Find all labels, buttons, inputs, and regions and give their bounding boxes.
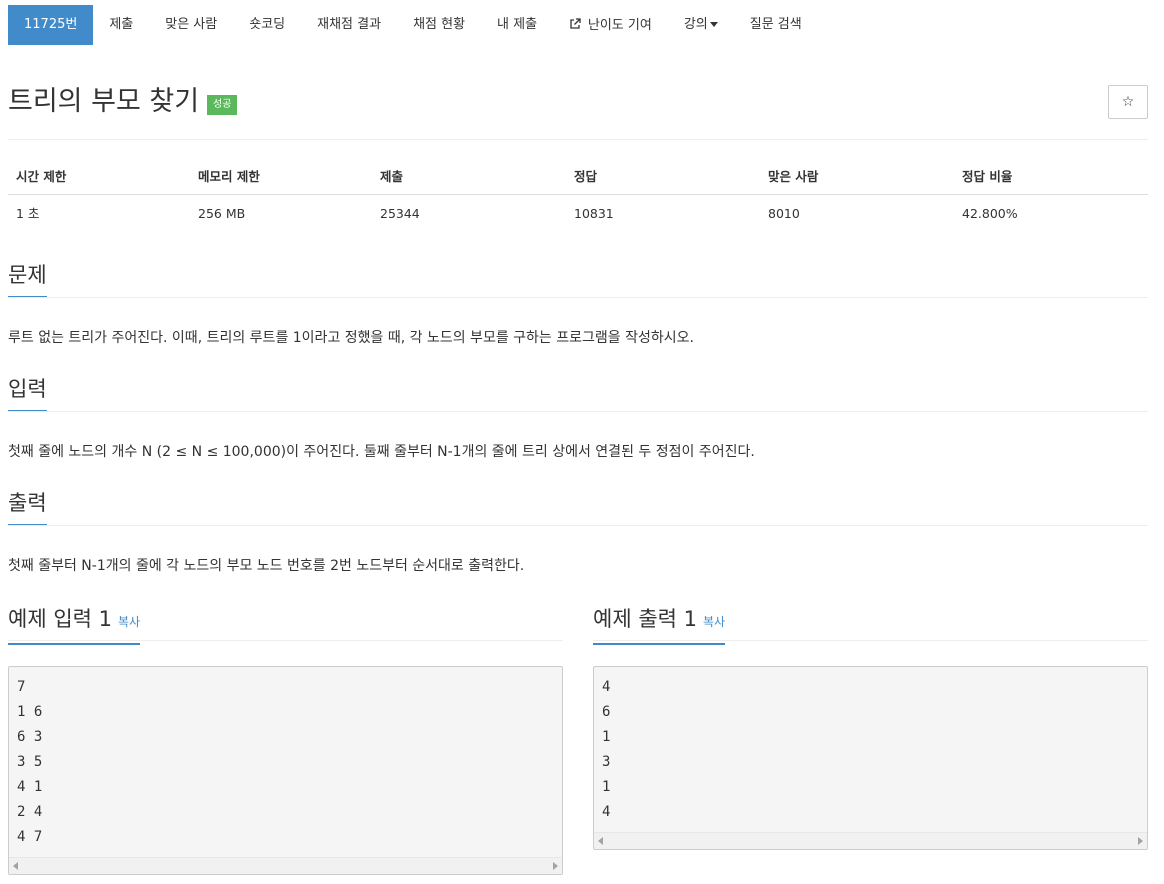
tab-difficulty-contribution[interactable]: 난이도 기여 [553,5,668,45]
value-solvers: 8010 [768,206,800,221]
sample-input-line: 7 [17,679,26,695]
sample-output-box[interactable]: 4 6 1 3 1 4 [593,666,1148,850]
header-submissions: 제출 [380,169,404,184]
tab-difficulty-label: 난이도 기여 [587,18,652,33]
header-accept-ratio: 정답 비율 [962,169,1013,184]
sample-output-label: 예제 출력 1 [593,607,697,631]
sample-output-line: 4 [602,679,611,695]
title-divider [8,139,1148,140]
sample-input-title: 예제 입력 1 복사 [8,604,141,645]
problem-heading: 문제 [8,260,47,298]
input-heading: 입력 [8,374,47,412]
table-header-row: 시간 제한 메모리 제한 제출 정답 맞은 사람 정답 비율 [8,160,1148,195]
sample-output-line: 3 [602,754,611,770]
header-memory-limit: 메모리 제한 [198,169,260,184]
sample-input-divider [8,640,563,641]
scroll-left-arrow-icon[interactable] [13,862,18,870]
sample-input-horizontal-scrollbar[interactable] [9,857,562,874]
sample-output-heading: 예제 출력 1 복사 [593,604,726,645]
problem-description: 루트 없는 트리가 주어진다. 이때, 트리의 루트를 1이라고 정했을 때, … [8,330,694,346]
header-accepted: 정답 [574,169,598,184]
output-section-divider [8,525,1148,526]
sample-input-line: 1 6 [17,704,43,720]
output-heading: 출력 [8,488,47,526]
sample-output-line: 1 [602,729,611,745]
caret-down-icon [709,22,718,27]
sample-output-line: 6 [602,704,611,720]
value-time-limit: 1 초 [16,206,40,221]
problem-tab-bar: 11725번 제출 맞은 사람 숏코딩 재채점 결과 채점 현황 내 제출 난이… [8,5,818,45]
sample-output-line: 1 [602,779,611,795]
value-memory-limit: 256 MB [198,206,246,221]
problem-title-row: 트리의 부모 찾기 성공 [8,84,238,120]
star-icon: ☆ [1121,94,1135,110]
sample-input-line: 2 4 [17,804,43,820]
header-solvers: 맞은 사람 [768,169,819,184]
header-time-limit: 시간 제한 [16,169,67,184]
value-submissions: 25344 [380,206,420,221]
page-title: 트리의 부모 찾기 [8,86,200,117]
tab-short-coding[interactable]: 숏코딩 [233,5,301,45]
sample-input-line: 4 7 [17,829,43,845]
copy-sample-output-link[interactable]: 복사 [703,615,725,629]
sample-input-line: 3 5 [17,754,43,770]
scroll-right-arrow-icon[interactable] [553,862,558,870]
input-section-divider [8,411,1148,412]
tab-question-search[interactable]: 질문 검색 [734,5,818,45]
tab-judge-status[interactable]: 채점 현황 [397,5,481,45]
tab-problem-number[interactable]: 11725번 [8,5,94,45]
tab-my-submissions[interactable]: 내 제출 [481,5,553,45]
sample-input-label: 예제 입력 1 [8,607,112,631]
favorite-star-button[interactable]: ☆ [1108,85,1148,119]
sample-input-heading: 예제 입력 1 복사 [8,604,141,645]
status-badge: 성공 [207,95,238,115]
sample-input-box[interactable]: 7 1 6 6 3 3 5 4 1 2 4 4 7 [8,666,563,875]
tab-rejudge-results[interactable]: 재채점 결과 [301,5,397,45]
tab-submit[interactable]: 제출 [93,5,149,45]
sample-output-line: 4 [602,804,611,820]
external-link-icon [569,18,585,32]
output-description: 첫째 줄부터 N-1개의 줄에 각 노드의 부모 노드 번호를 2번 노드부터 … [8,558,525,574]
sample-input-lines: 7 1 6 6 3 3 5 4 1 2 4 4 7 [9,667,562,850]
problem-section-heading: 문제 [8,260,47,298]
copy-sample-input-link[interactable]: 복사 [118,615,140,629]
scroll-left-arrow-icon[interactable] [598,837,603,845]
sample-output-horizontal-scrollbar[interactable] [594,832,1147,849]
table-row: 1 초 256 MB 25344 10831 8010 42.800% [8,195,1148,233]
value-accepted: 10831 [574,206,614,221]
input-section-heading: 입력 [8,374,47,412]
tab-accepted-users[interactable]: 맞은 사람 [149,5,233,45]
input-description: 첫째 줄에 노드의 개수 N (2 ≤ N ≤ 100,000)이 주어진다. … [8,444,755,460]
value-accept-ratio: 42.800% [962,206,1018,221]
output-section-heading: 출력 [8,488,47,526]
tab-lectures[interactable]: 강의 [668,5,734,45]
sample-input-line: 4 1 [17,779,43,795]
problem-section-divider [8,297,1148,298]
scroll-right-arrow-icon[interactable] [1138,837,1143,845]
tab-lectures-label: 강의 [683,17,708,32]
sample-output-divider [593,640,1148,641]
sample-output-lines: 4 6 1 3 1 4 [594,667,1147,825]
problem-info-table: 시간 제한 메모리 제한 제출 정답 맞은 사람 정답 비율 1 초 256 M… [8,160,1148,233]
sample-input-line: 6 3 [17,729,43,745]
sample-output-title: 예제 출력 1 복사 [593,604,726,645]
